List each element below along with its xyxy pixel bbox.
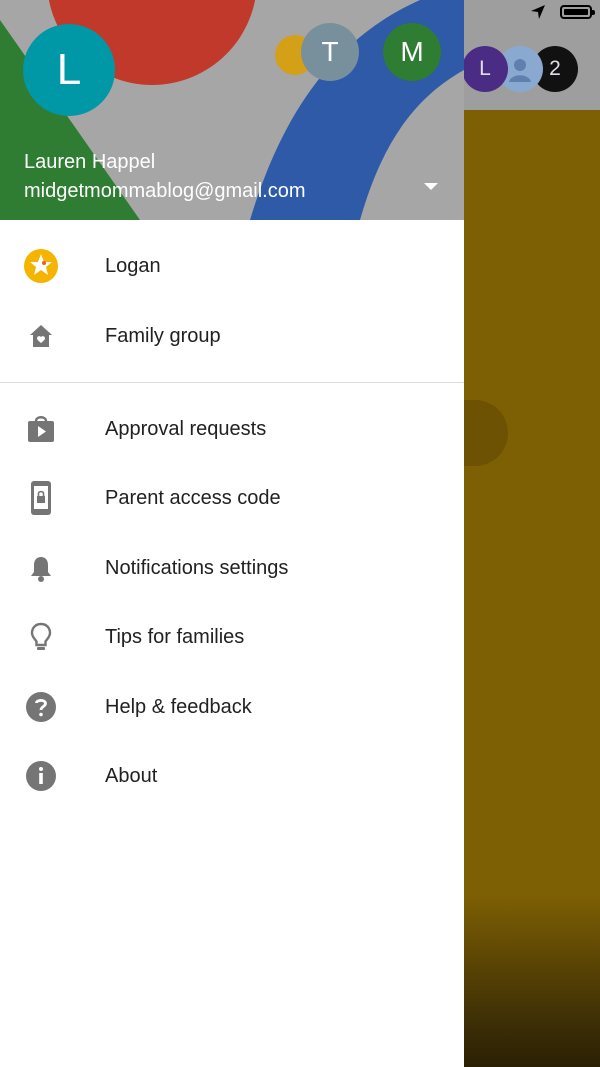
bell-icon [22, 549, 60, 587]
menu-item-label: Approval requests [105, 417, 267, 440]
menu-divider [0, 382, 464, 383]
location-arrow-icon [531, 5, 545, 19]
help-icon [22, 688, 60, 726]
menu-item-label: Notifications settings [105, 556, 289, 579]
menu-item-label: Parent access code [105, 486, 281, 509]
switch-account-avatar[interactable]: M [383, 23, 441, 81]
menu-item-label: Help & feedback [105, 695, 252, 718]
menu-item-family-group[interactable]: Family group [0, 306, 464, 366]
person-icon [509, 59, 531, 82]
child-avatar-icon [22, 247, 60, 285]
menu-item-label: About [105, 764, 158, 787]
account-avatar-initial: L [56, 45, 82, 94]
switch-account-avatar[interactable]: T [301, 23, 359, 81]
account-email: midgetmommablog@gmail.com [24, 180, 306, 202]
play-store-icon [22, 410, 60, 448]
menu-item-parent-access-code[interactable]: Parent access code [0, 468, 464, 528]
navigation-drawer: L T M Lauren Happel midgetmommablog@gmai… [0, 0, 464, 1067]
menu-item-about[interactable]: About [0, 746, 464, 806]
status-bar [530, 4, 595, 20]
menu-item-approval-requests[interactable]: Approval requests [0, 399, 464, 459]
menu-item-help-feedback[interactable]: Help & feedback [0, 677, 464, 737]
home-icon [22, 317, 60, 355]
switch-account-initial: T [321, 36, 339, 67]
menu-item-label: Tips for families [105, 625, 245, 648]
avatar-initial: L [479, 57, 491, 80]
avatar-count-label: 2 [549, 57, 561, 80]
info-icon [22, 757, 60, 795]
menu-item-label: Family group [105, 324, 221, 347]
drawer-header: L T M Lauren Happel midgetmommablog@gmai… [0, 0, 464, 220]
switch-account-initial: M [400, 36, 424, 67]
account-avatar[interactable]: L [23, 24, 115, 116]
battery-icon [560, 5, 595, 19]
account-switcher-caret-icon[interactable] [424, 183, 438, 190]
menu-item-tips-for-families[interactable]: Tips for families [0, 607, 464, 667]
phone-lock-icon [22, 479, 60, 517]
menu-item-child-logan[interactable]: Logan [0, 236, 464, 296]
lightbulb-icon [22, 618, 60, 656]
menu-item-notifications-settings[interactable]: Notifications settings [0, 538, 464, 598]
account-name: Lauren Happel [24, 151, 156, 173]
avatar[interactable]: L [462, 46, 508, 92]
menu-item-label: Logan [105, 254, 161, 277]
